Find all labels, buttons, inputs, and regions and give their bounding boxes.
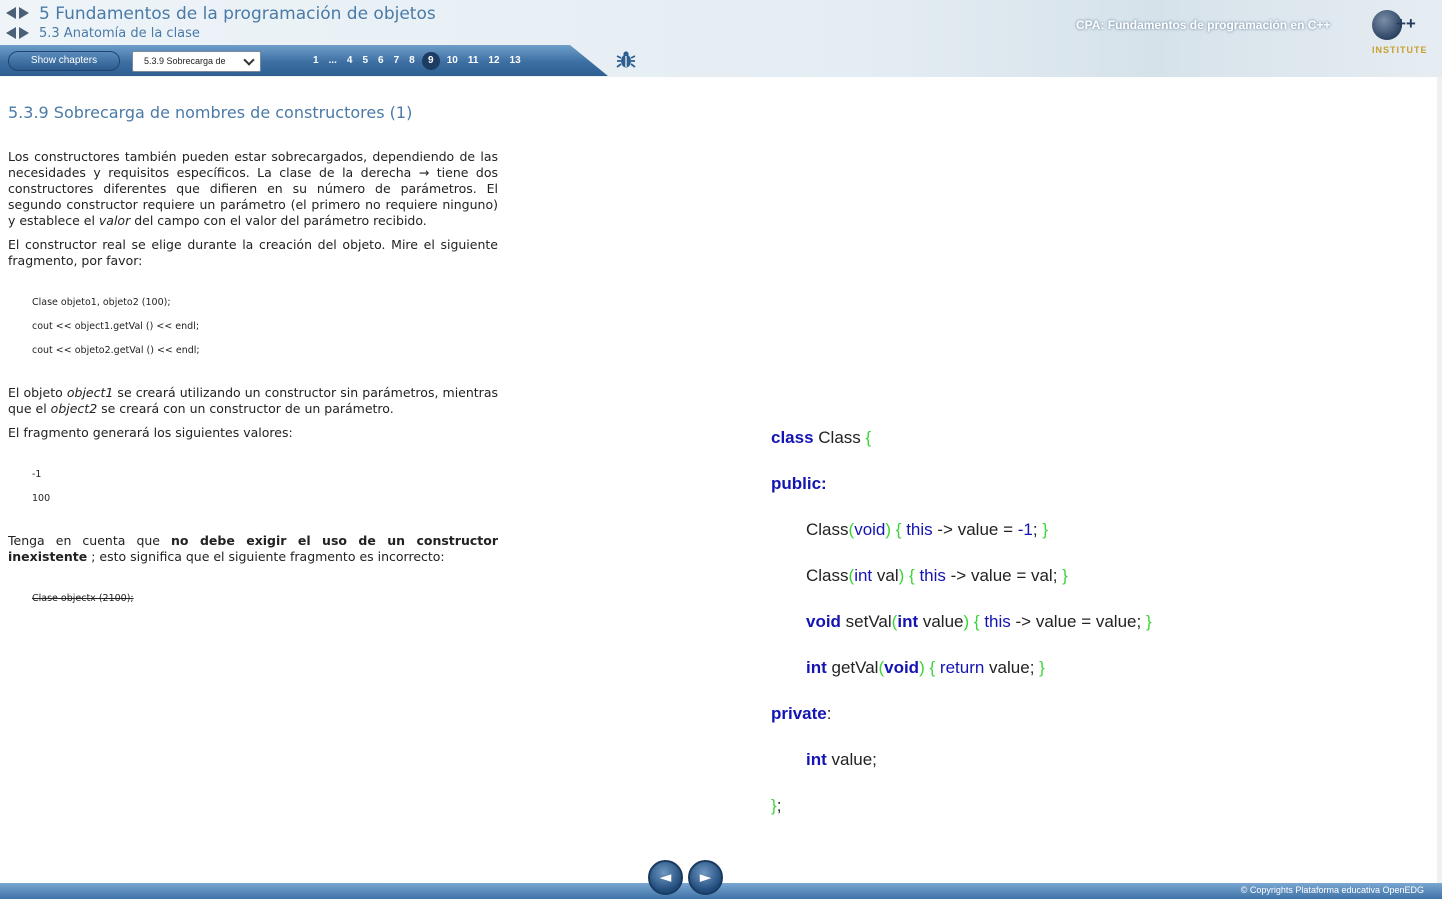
- section-title: 5.3 Anatomía de la clase: [39, 26, 200, 41]
- page-number-6[interactable]: 6: [373, 52, 389, 70]
- scrollbar-track[interactable]: [1437, 77, 1442, 883]
- code-line-private: private:: [771, 704, 832, 723]
- logo-symbol: ++: [1396, 14, 1416, 33]
- cpp-institute-logo: ++ INSTITUTE: [1370, 8, 1428, 60]
- section-next-icon[interactable]: [19, 27, 29, 39]
- paragraph-warning: Tenga en cuenta que no debe exigir el us…: [8, 533, 498, 564]
- class-code-panel: class Class { public: Class(void) { this…: [771, 403, 1152, 863]
- output-line: -1: [32, 469, 42, 480]
- section-nav-arrows: [6, 27, 29, 39]
- code-line: cout << objeto2.getVal () << endl;: [32, 345, 200, 356]
- header: 5 Fundamentos de la programación de obje…: [0, 0, 1442, 77]
- code-line-public: public:: [771, 474, 827, 493]
- chapter-select-value: 5.3.9 Sobrecarga de: [144, 56, 226, 66]
- lesson-text-column: Los constructores también pueden estar s…: [8, 149, 498, 611]
- page-ellipsis: ...: [328, 55, 337, 66]
- incorrect-code-snippet: Clase objectx (2100);: [32, 587, 498, 611]
- code-line-strikethrough: Clase objectx (2100);: [32, 593, 134, 604]
- code-line-ctor-int: Class(int val) { this -> value = val; }: [806, 566, 1068, 585]
- paragraph-intro: Los constructores también pueden estar s…: [8, 149, 498, 228]
- output-line: 100: [32, 493, 51, 504]
- copyright-text: © Copyrights Plataforma educativa OpenED…: [1240, 885, 1424, 895]
- code-line-ctor-void: Class(void) { this -> value = -1; }: [806, 520, 1048, 539]
- page-number-1[interactable]: 1: [308, 52, 324, 70]
- code-line-close: };: [771, 796, 782, 815]
- next-page-button[interactable]: ►: [688, 860, 723, 895]
- paragraph-output-intro: El fragmento generará los siguientes val…: [8, 425, 293, 440]
- chapter-select[interactable]: 5.3.9 Sobrecarga de: [132, 51, 261, 72]
- chapter-nav-arrows: [6, 7, 29, 19]
- output-snippet: -1 100: [32, 463, 498, 511]
- page-number-12[interactable]: 12: [483, 52, 504, 70]
- page-title: 5.3.9 Sobrecarga de nombres de construct…: [8, 103, 413, 122]
- previous-page-button[interactable]: ◄: [648, 860, 683, 895]
- page-pagination: 1... 4 5 6 7 8 9 10 11 12 13: [308, 52, 526, 70]
- lesson-content: 5.3.9 Sobrecarga de nombres de construct…: [0, 77, 1442, 883]
- chapter-title: 5 Fundamentos de la programación de obje…: [39, 4, 436, 24]
- code-line-setval: void setVal(int value) { this -> value =…: [806, 612, 1152, 631]
- logo-text: INSTITUTE: [1372, 45, 1428, 55]
- code-line: cout << object1.getVal () << endl;: [32, 321, 200, 332]
- page-number-10[interactable]: 10: [442, 52, 463, 70]
- code-line-class: class Class {: [771, 428, 872, 447]
- chevron-down-icon: [243, 54, 255, 66]
- page-number-8[interactable]: 8: [404, 52, 420, 70]
- paragraph-object-explanation: El objeto object1 se creará utilizando u…: [8, 385, 498, 416]
- code-snippet-usage: Clase objeto1, objeto2 (100); cout << ob…: [32, 291, 498, 363]
- chapter-next-icon[interactable]: [19, 7, 29, 19]
- page-number-4[interactable]: 4: [342, 52, 358, 70]
- code-line-field: int value;: [806, 750, 877, 769]
- course-title: CPA: Fundamentos de programación en C++: [1076, 18, 1331, 32]
- show-chapters-button[interactable]: Show chapters: [8, 51, 120, 71]
- page-number-7[interactable]: 7: [389, 52, 405, 70]
- section-prev-icon[interactable]: [6, 27, 16, 39]
- page-number-13[interactable]: 13: [505, 52, 526, 70]
- chapter-prev-icon[interactable]: [6, 7, 16, 19]
- code-line-getval: int getVal(void) { return value; }: [806, 658, 1045, 677]
- code-line: Clase objeto1, objeto2 (100);: [32, 297, 171, 308]
- paragraph-constructor-choice: El constructor real se elige durante la …: [8, 237, 498, 268]
- page-number-9[interactable]: 9: [421, 52, 440, 70]
- page-number-5[interactable]: 5: [357, 52, 373, 70]
- page-number-11[interactable]: 11: [463, 52, 484, 70]
- bug-icon[interactable]: [616, 50, 636, 70]
